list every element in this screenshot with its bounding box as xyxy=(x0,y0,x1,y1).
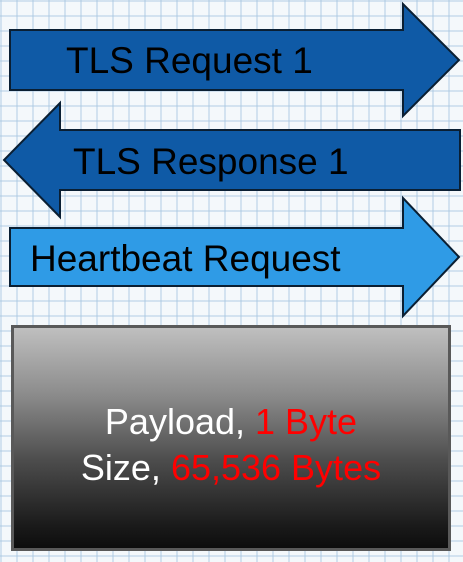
size-line: Size, 65,536 Bytes xyxy=(14,450,448,486)
heartbeat-request-label: Heartbeat Request xyxy=(30,238,341,279)
payload-box: Payload, 1 Byte Size, 65,536 Bytes xyxy=(11,325,451,551)
payload-label: Payload, xyxy=(104,401,256,442)
size-label: Size, xyxy=(80,447,171,488)
payload-value: 1 Byte xyxy=(255,401,358,442)
tls-request-label: TLS Request 1 xyxy=(66,40,313,81)
tls-response-label: TLS Response 1 xyxy=(73,141,349,182)
size-value: 65,536 Bytes xyxy=(170,447,382,488)
payload-line: Payload, 1 Byte xyxy=(14,404,448,440)
